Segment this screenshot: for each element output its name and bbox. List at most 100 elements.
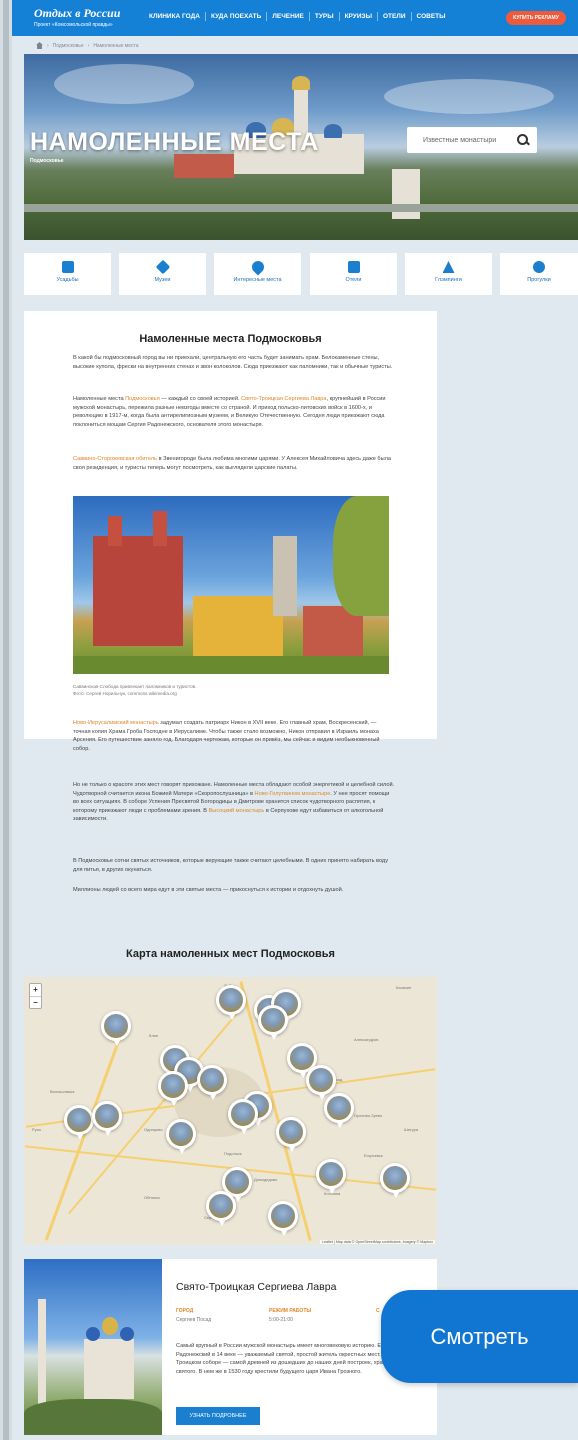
link-podmoskovye[interactable]: Подмосковья [125,396,160,402]
museum-icon [155,259,170,275]
category-label: Прогулки [527,277,551,283]
map-label: Обнинск [144,1195,160,1200]
map-pin[interactable] [380,1163,410,1198]
nav-where-to-go[interactable]: КУДА ПОЕХАТЬ [204,12,266,21]
map-label: Орехово-Зуево [354,1113,383,1118]
map-pin[interactable] [206,1191,236,1226]
map-pin[interactable] [92,1101,122,1136]
category-label: Музеи [154,277,171,283]
map-label: Александров [354,1037,379,1042]
map-pin[interactable] [166,1119,196,1154]
map-pin[interactable] [276,1117,306,1152]
map-pin[interactable] [158,1071,188,1106]
map-label: Домодедово [254,1177,278,1182]
map-pin[interactable] [258,1005,288,1040]
photo-bell-tower [38,1299,46,1409]
category-estates[interactable]: Усадьбы [24,253,111,295]
photo-cathedral [84,1339,134,1399]
hero-dome [324,124,342,138]
hero-subtitle: Подмосковье [30,158,64,164]
link-savvino[interactable]: Саввино-Сторожевская обитель [73,456,157,462]
search-input[interactable]: Известные монастыри [423,137,517,144]
map-title: Карта намоленных мест Подмосковья [126,948,335,960]
link-novo-golutvin[interactable]: Ново-Голутвином монастыре [255,791,331,797]
logo-title: Отдых в России [34,6,121,20]
photo-dome [102,1317,118,1335]
map-pin[interactable] [197,1065,227,1100]
place-photo[interactable] [24,1259,162,1435]
photo-tree [333,496,389,616]
nav-tips[interactable]: СОВЕТЫ [410,12,451,21]
article-paragraph: В Подмосковье сотни святых источников, к… [73,858,388,873]
nav-clinic[interactable]: КЛИНИКА ГОДА [144,12,205,21]
logo-subtitle: Проект «Комсомольской правды» [34,22,113,28]
text: — каждый со своей историей. [159,396,242,402]
main-nav: КЛИНИКА ГОДА КУДА ПОЕХАТЬ ЛЕЧЕНИЕ ТУРЫ К… [144,12,451,21]
extra-label: С [376,1308,380,1314]
buy-ad-button[interactable]: КУПИТЬ РЕКЛАМУ [506,11,566,25]
hero-search[interactable]: Известные монастыри [407,127,537,153]
nav-treatment[interactable]: ЛЕЧЕНИЕ [266,12,309,21]
site-header: Отдых в России Проект «Комсомольской пра… [12,0,578,36]
search-icon[interactable] [517,134,529,146]
learn-more-button[interactable]: УЗНАТЬ ПОДРОБНЕЕ [176,1407,260,1425]
photo-tower [153,511,167,546]
map-attribution[interactable]: Leaflet | Map data © OpenStreetMap contr… [320,1240,435,1244]
link-new-jerusalem[interactable]: Ново-Иерусалимский монастырь [73,720,159,726]
map-label: Егорьевск [364,1153,383,1158]
watch-button[interactable]: Смотреть [381,1290,578,1383]
hero-river [24,204,578,212]
city-label: ГОРОД [176,1308,194,1314]
category-interesting-places[interactable]: Интересные места [214,253,301,295]
map-pin[interactable] [101,1011,131,1046]
photo-bell-tower [273,536,297,616]
link-lavra[interactable]: Свято-Троицкая Сергиева Лавра [241,396,326,402]
category-walks[interactable]: Прогулки [500,253,578,295]
article-paragraph: Намоленные места Подмосковья — каждый со… [73,395,395,429]
category-label: Глэмпинги [435,277,462,283]
tent-icon [442,261,455,273]
site-logo[interactable]: Отдых в России Проект «Комсомольской пра… [34,6,120,28]
category-hotels[interactable]: Отели [310,253,397,295]
text: Намоленные места [73,396,126,402]
map-label: Калязин [396,985,412,990]
map[interactable]: Дубна Талдом Калязин Александров Клин Се… [24,977,437,1245]
zoom-out-button[interactable]: − [30,996,41,1009]
map-pin[interactable] [216,985,246,1020]
map-pin[interactable] [64,1105,94,1140]
article-paragraph: В какой бы подмосковный город вы ни прие… [73,355,393,370]
hours-value: 5:00-21:00 [269,1317,293,1323]
category-museums[interactable]: Музеи [119,253,206,295]
walk-icon [533,261,545,273]
hours-label: РЕЖИМ РАБОТЫ [269,1308,312,1314]
breadcrumb-item[interactable]: Подмосковье [53,43,84,49]
map-pin[interactable] [316,1159,346,1194]
nav-cruises[interactable]: КРУИЗЫ [338,12,377,21]
place-title[interactable]: Свято-Троицкая Сергиева Лавра [176,1281,336,1293]
map-pin[interactable] [306,1065,336,1100]
home-icon[interactable] [36,42,43,49]
hero-cloud [54,64,194,104]
hero-banner: НАМОЛЕННЫЕ МЕСТА Подмосковье Известные м… [24,54,578,240]
pin-icon [249,258,266,276]
map-label: Клин [149,1033,159,1038]
photo-yellow-building [193,596,283,656]
left-scrollbar[interactable] [3,0,9,1440]
map-label: Одинцово [144,1127,163,1132]
map-label: Волоколамск [50,1089,75,1094]
nav-tours[interactable]: ТУРЫ [308,12,339,21]
map-pin[interactable] [228,1099,258,1134]
hero-cloud [384,79,554,114]
map-pin[interactable] [268,1201,298,1236]
caption-line: Саввинская Слобода привлекает паломников… [73,684,197,689]
category-glamping[interactable]: Глэмпинги [405,253,492,295]
hero-building [174,154,234,178]
zoom-in-button[interactable]: + [30,984,41,996]
article-paragraph: Саввино-Сторожевская обитель в Звенигоро… [73,455,395,472]
link-vysotsky[interactable]: Высоцкий монастырь [209,808,265,814]
place-card: Свято-Троицкая Сергиева Лавра ГОРОД Серг… [24,1259,437,1435]
category-label: Усадьбы [56,277,79,283]
map-pin[interactable] [324,1093,354,1128]
nav-hotels[interactable]: ОТЕЛИ [376,12,411,21]
photo-trees [24,1399,162,1435]
